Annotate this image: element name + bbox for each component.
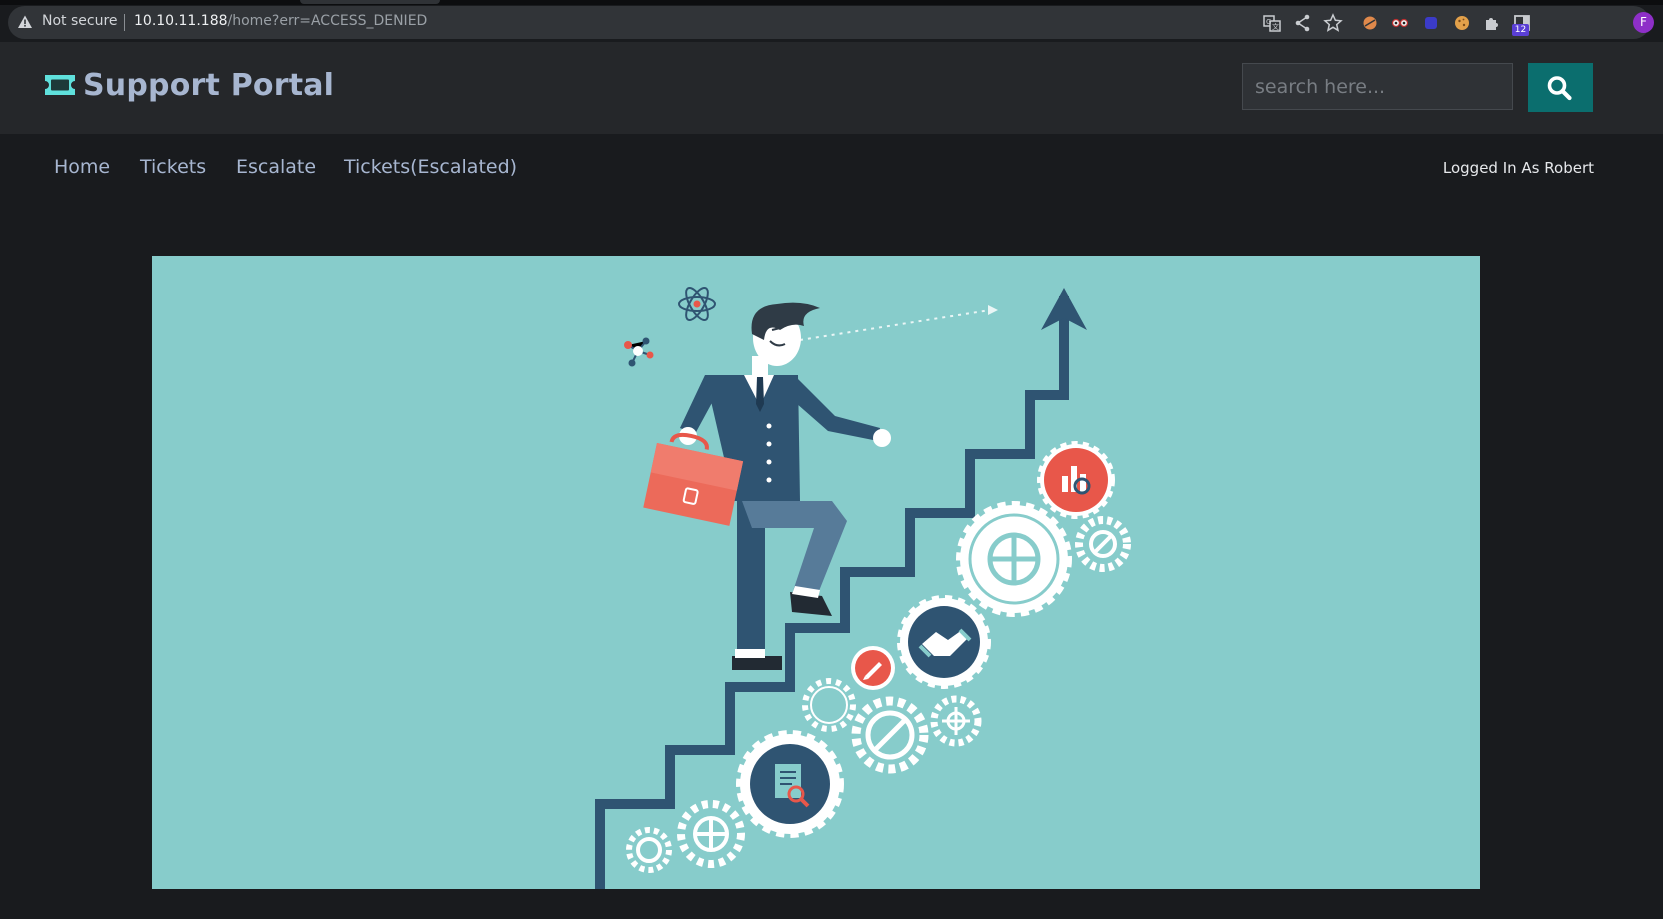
translate-icon[interactable]: G 文 xyxy=(1262,13,1282,33)
url-path: /home?err=ACCESS_DENIED xyxy=(227,13,428,29)
gear-icon-crosshair xyxy=(930,695,982,747)
dotted-trajectory xyxy=(799,309,991,341)
pencil-badge-icon xyxy=(851,646,895,690)
main-nav: Home Tickets Escalate Tickets(Escalated)… xyxy=(0,134,1663,198)
search-input[interactable] xyxy=(1242,63,1513,110)
extension-wappalyzer-icon[interactable] xyxy=(1360,13,1380,33)
molecule-icon xyxy=(624,337,654,367)
extension-foxy-icon[interactable] xyxy=(1421,13,1441,33)
svg-text:G: G xyxy=(1266,18,1271,26)
gear-icon-document-search xyxy=(736,730,844,838)
url-host: 10.10.11.188 xyxy=(134,13,228,29)
svg-text:文: 文 xyxy=(1272,22,1279,31)
ticket-icon xyxy=(45,75,75,95)
gear-icon-medium-ban xyxy=(851,696,929,774)
search-icon xyxy=(1547,76,1572,101)
address-divider xyxy=(124,14,125,31)
gear-icon-outline-small xyxy=(802,678,856,732)
gear-icon-handshake xyxy=(897,595,991,689)
site-header: Support Portal xyxy=(0,42,1663,134)
browser-tab[interactable] xyxy=(300,0,440,4)
search-button[interactable] xyxy=(1528,63,1593,112)
warning-icon xyxy=(18,15,32,28)
cookie-icon[interactable] xyxy=(1452,13,1472,33)
logged-in-status: Logged In As Robert xyxy=(1442,159,1594,177)
extensions-puzzle-icon[interactable] xyxy=(1482,13,1502,33)
address-bar[interactable]: Not secure 10.10.11.188/home?err=ACCESS_… xyxy=(8,6,1650,39)
url-text[interactable]: 10.10.11.188/home?err=ACCESS_DENIED xyxy=(134,13,427,29)
nav-escalate[interactable]: Escalate xyxy=(236,156,316,178)
brand-title[interactable]: Support Portal xyxy=(83,68,334,103)
gear-icon-chart xyxy=(1037,441,1115,519)
hero-illustration xyxy=(595,287,1131,889)
nav-home[interactable]: Home xyxy=(54,156,110,178)
atom-icon xyxy=(678,287,716,321)
extension-badge: 12 xyxy=(1512,24,1529,36)
profile-avatar[interactable]: F xyxy=(1633,12,1654,33)
gear-icon-large-plus xyxy=(956,501,1072,617)
gear-icon-small-ban xyxy=(1075,516,1131,572)
nav-tickets[interactable]: Tickets xyxy=(140,156,206,178)
bookmark-star-icon[interactable] xyxy=(1323,13,1343,33)
gear-icon-ring xyxy=(626,827,672,873)
nav-tickets-escalated[interactable]: Tickets(Escalated) xyxy=(344,156,517,178)
hero-banner xyxy=(152,256,1480,889)
security-label[interactable]: Not secure xyxy=(42,13,118,29)
extension-glasses-icon[interactable] xyxy=(1390,13,1410,33)
share-icon[interactable] xyxy=(1293,13,1313,33)
gear-icon-plus-small xyxy=(677,800,745,868)
browser-tab-strip xyxy=(0,0,1663,5)
